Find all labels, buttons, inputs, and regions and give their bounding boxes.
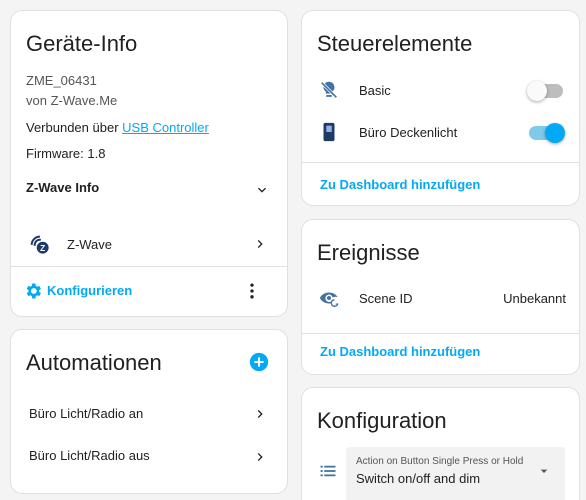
automations-card: Automationen Büro Licht/Radio an Büro Li… <box>10 329 288 494</box>
chevron-right-icon <box>257 453 263 461</box>
configuration-card: Konfiguration Action on Button Single Pr… <box>301 387 580 500</box>
chevron-right-icon <box>257 240 263 248</box>
events-divider <box>302 333 579 334</box>
automation-item-label: Büro Licht/Radio aus <box>29 448 150 463</box>
automation-item-label: Büro Licht/Radio an <box>29 406 144 421</box>
zwave-icon: Z <box>30 235 49 254</box>
more-vert-icon[interactable] <box>242 281 262 301</box>
event-value: Unbekannt <box>503 291 566 306</box>
control-label: Büro Deckenlicht <box>359 125 458 140</box>
list-item[interactable]: Büro Licht/Radio an <box>11 400 287 428</box>
button-action-select[interactable]: Action on Button Single Press or Hold Sw… <box>346 447 565 500</box>
gear-icon <box>26 283 41 299</box>
zwave-integration-label: Z-Wave <box>67 237 113 252</box>
select-label: Action on Button Single Press or Hold <box>356 456 524 467</box>
device-info-card: Geräte-Info ZME_06431 von Z-Wave.Me Verb… <box>10 10 288 317</box>
control-row-deckenlicht[interactable]: Büro Deckenlicht <box>302 117 579 147</box>
add-automation-icon[interactable] <box>249 352 269 372</box>
configure-label: Konfigurieren <box>47 283 133 298</box>
usb-controller-link[interactable]: USB Controller <box>122 120 209 135</box>
zwave-info-expander[interactable]: Z-Wave Info <box>11 173 287 203</box>
configuration-title: Konfiguration <box>317 408 447 433</box>
lightbulb-off-icon <box>320 81 338 99</box>
chevron-down-icon <box>258 187 266 193</box>
add-to-dashboard-button[interactable]: Zu Dashboard hinzufügen <box>320 344 480 359</box>
events-card: Ereignisse Scene ID Unbekannt Zu Dashboa… <box>301 219 580 375</box>
controls-divider <box>302 162 579 163</box>
device-connection: Verbunden über USB Controller <box>26 120 209 135</box>
events-title: Ereignisse <box>317 240 420 265</box>
light-switch-icon <box>323 122 335 142</box>
configure-button[interactable]: Konfigurieren <box>23 279 153 303</box>
add-to-dashboard-button[interactable]: Zu Dashboard hinzufügen <box>320 177 480 192</box>
event-row[interactable]: Scene ID Unbekannt <box>302 284 579 312</box>
toggle-thumb <box>545 123 565 143</box>
dropdown-arrow-icon <box>540 469 548 473</box>
connection-prefix: Verbunden über <box>26 120 119 135</box>
zwave-integration-row[interactable]: Z Z-Wave <box>11 227 287 261</box>
toggle-thumb <box>527 81 547 101</box>
list-item[interactable]: Büro Licht/Radio aus <box>11 442 287 470</box>
controls-title: Steuerelemente <box>317 31 473 56</box>
control-label: Basic <box>359 83 391 98</box>
zwave-info-label: Z-Wave Info <box>26 180 100 195</box>
control-row-basic[interactable]: Basic <box>302 75 579 105</box>
device-info-title: Geräte-Info <box>26 31 138 56</box>
device-firmware: Firmware: 1.8 <box>26 146 106 161</box>
controls-card: Steuerelemente Basic Büro Deckenlicht Zu… <box>301 10 580 206</box>
svg-text:Z: Z <box>40 244 45 253</box>
select-value: Switch on/off and dim <box>356 471 481 486</box>
device-info-divider <box>11 266 287 267</box>
device-model: ZME_06431 <box>26 73 97 88</box>
automations-title: Automationen <box>26 350 162 375</box>
device-manufacturer: von Z-Wave.Me <box>26 93 118 108</box>
chevron-right-icon <box>257 410 263 418</box>
eye-refresh-icon <box>319 292 339 307</box>
list-icon <box>320 465 336 477</box>
event-label: Scene ID <box>359 291 413 306</box>
